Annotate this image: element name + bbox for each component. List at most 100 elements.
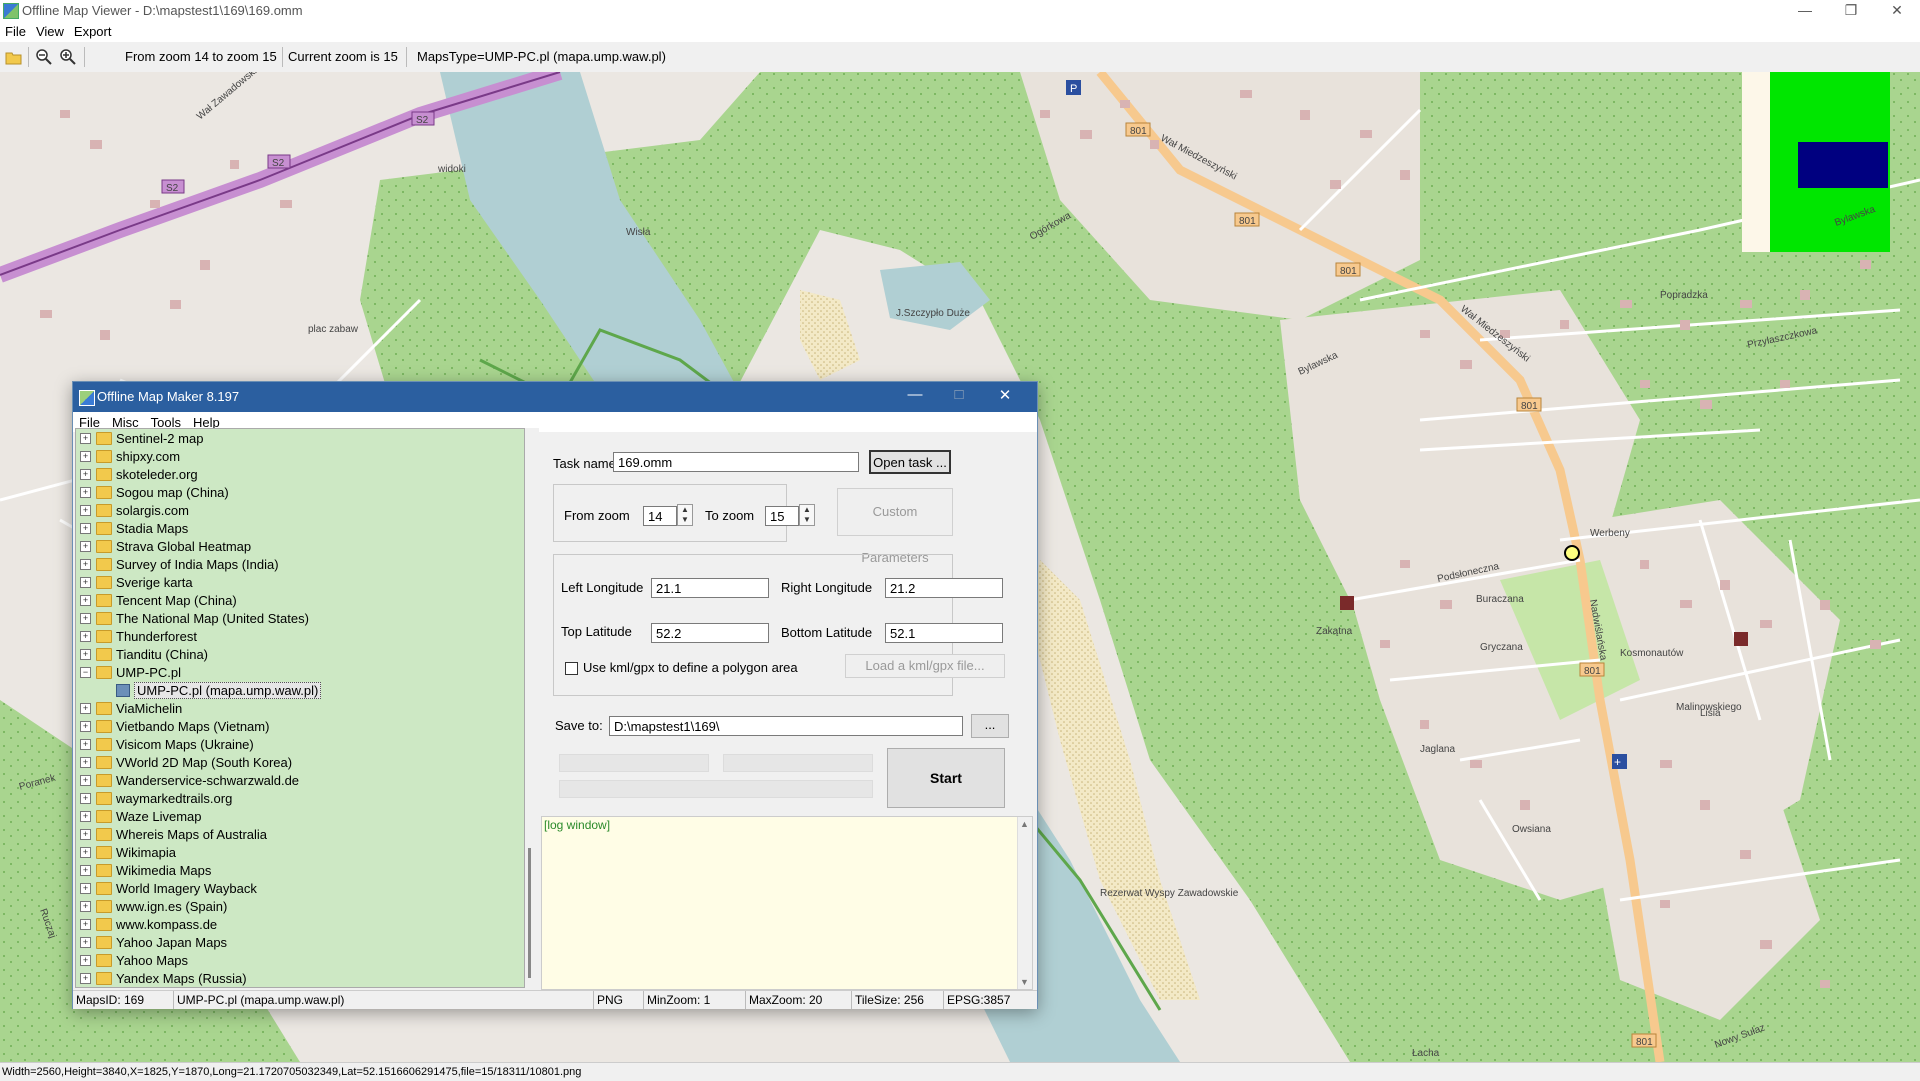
expand-icon[interactable]: +: [80, 577, 91, 588]
expand-icon[interactable]: +: [80, 919, 91, 930]
browse-button[interactable]: ...: [971, 714, 1009, 738]
expand-icon[interactable]: +: [80, 811, 91, 822]
tree-folder-item[interactable]: + skoteleder.org: [76, 465, 524, 483]
tree-folder-item[interactable]: + www.ign.es (Spain): [76, 897, 524, 915]
tree-folder-item[interactable]: + waymarkedtrails.org: [76, 789, 524, 807]
from-zoom-input[interactable]: 14: [643, 506, 677, 526]
tree-folder-item[interactable]: + Sverige karta: [76, 573, 524, 591]
tree-folder-item[interactable]: − UMP-PC.pl: [76, 663, 524, 681]
expand-icon[interactable]: +: [80, 901, 91, 912]
tree-folder-item[interactable]: + Wanderservice-schwarzwald.de: [76, 771, 524, 789]
expand-icon[interactable]: +: [80, 739, 91, 750]
tree-folder-item[interactable]: + Wikimedia Maps: [76, 861, 524, 879]
expand-icon[interactable]: +: [80, 865, 91, 876]
dialog-minimize-icon[interactable]: —: [895, 386, 935, 403]
tree-map-item[interactable]: UMP-PC.pl (mapa.ump.waw.pl): [76, 681, 524, 699]
tree-folder-item[interactable]: + Stadia Maps: [76, 519, 524, 537]
expand-icon[interactable]: +: [80, 937, 91, 948]
zoom-in-icon[interactable]: [59, 48, 77, 66]
tree-folder-item[interactable]: + ViaMichelin: [76, 699, 524, 717]
log-scrollbar[interactable]: ▲ ▼: [1017, 817, 1032, 989]
expand-icon[interactable]: +: [80, 757, 91, 768]
expand-icon[interactable]: +: [80, 469, 91, 480]
collapse-icon[interactable]: −: [80, 667, 91, 678]
tree-folder-item[interactable]: + Yandex Maps (Russia): [76, 969, 524, 987]
tree-folder-item[interactable]: + Tencent Map (China): [76, 591, 524, 609]
menu-view[interactable]: View: [31, 22, 69, 41]
menu-file[interactable]: File: [0, 22, 31, 41]
expand-icon[interactable]: +: [80, 883, 91, 894]
tree-folder-item[interactable]: + Strava Global Heatmap: [76, 537, 524, 555]
expand-icon[interactable]: +: [80, 451, 91, 462]
expand-icon[interactable]: +: [80, 631, 91, 642]
tree-folder-item[interactable]: + World Imagery Wayback: [76, 879, 524, 897]
expand-icon[interactable]: +: [80, 559, 91, 570]
start-button[interactable]: Start: [887, 748, 1005, 808]
tree-folder-item[interactable]: + Sogou map (China): [76, 483, 524, 501]
tree-folder-item[interactable]: + Vietbando Maps (Vietnam): [76, 717, 524, 735]
custom-parameters-button[interactable]: Custom Parameters: [837, 488, 953, 565]
top-latitude-input[interactable]: 52.2: [651, 623, 769, 643]
kml-polygon-checkbox[interactable]: [565, 662, 578, 675]
expand-icon[interactable]: +: [80, 793, 91, 804]
log-window[interactable]: [log window] ▲ ▼: [541, 816, 1033, 990]
expand-icon[interactable]: +: [80, 487, 91, 498]
tree-scroll-thumb[interactable]: [528, 848, 531, 978]
expand-icon[interactable]: +: [80, 595, 91, 606]
dialog-close-icon[interactable]: ✕: [985, 386, 1025, 404]
close-icon[interactable]: ✕: [1874, 0, 1920, 22]
folder-icon: [96, 486, 112, 499]
tree-folder-item[interactable]: + Tianditu (China): [76, 645, 524, 663]
tree-folder-item[interactable]: + Survey of India Maps (India): [76, 555, 524, 573]
tree-folder-item[interactable]: + The National Map (United States): [76, 609, 524, 627]
map-source-tree[interactable]: + Sentinel-2 map + shipxy.com + skoteleder.or…: [75, 428, 525, 988]
expand-icon[interactable]: +: [80, 505, 91, 516]
expand-icon[interactable]: +: [80, 649, 91, 660]
scroll-down-icon[interactable]: ▼: [1020, 977, 1029, 987]
expand-icon[interactable]: +: [80, 973, 91, 984]
save-to-input[interactable]: D:\mapstest1\169\: [609, 716, 963, 736]
zoom-out-icon[interactable]: [35, 48, 53, 66]
expand-icon[interactable]: +: [80, 523, 91, 534]
tree-folder-item[interactable]: + Thunderforest: [76, 627, 524, 645]
tree-folder-item[interactable]: + Whereis Maps of Australia: [76, 825, 524, 843]
tree-folder-item[interactable]: + Sentinel-2 map: [76, 429, 524, 447]
expand-icon[interactable]: +: [80, 721, 91, 732]
tree-folder-item[interactable]: + Waze Livemap: [76, 807, 524, 825]
expand-icon[interactable]: +: [80, 829, 91, 840]
tree-folder-item[interactable]: + Yahoo Maps: [76, 951, 524, 969]
dialog-maximize-icon[interactable]: □: [939, 386, 979, 403]
expand-icon[interactable]: +: [80, 955, 91, 966]
expand-icon[interactable]: +: [80, 703, 91, 714]
right-longitude-input[interactable]: 21.2: [885, 578, 1003, 598]
expand-icon[interactable]: +: [80, 541, 91, 552]
to-zoom-stepper[interactable]: ▲ ▼: [799, 504, 815, 526]
status-min-zoom: MinZoom: 1: [647, 993, 711, 1007]
tree-folder-item[interactable]: + www.kompass.de: [76, 915, 524, 933]
expand-icon[interactable]: +: [80, 775, 91, 786]
open-task-button[interactable]: Open task ...: [869, 450, 951, 474]
tree-folder-item[interactable]: + Yahoo Japan Maps: [76, 933, 524, 951]
menu-export[interactable]: Export: [69, 22, 117, 41]
expand-icon[interactable]: +: [80, 847, 91, 858]
folder-icon: [96, 756, 112, 769]
load-kml-button[interactable]: Load a kml/gpx file...: [845, 654, 1005, 678]
to-zoom-input[interactable]: 15: [765, 506, 799, 526]
from-zoom-stepper[interactable]: ▲ ▼: [677, 504, 693, 526]
task-name-input[interactable]: 169.omm: [613, 452, 859, 472]
maximize-icon[interactable]: ❐: [1828, 0, 1874, 22]
tree-folder-item[interactable]: + Wikimapia: [76, 843, 524, 861]
open-folder-icon[interactable]: [5, 48, 23, 66]
expand-icon[interactable]: +: [80, 613, 91, 624]
minimize-icon[interactable]: —: [1782, 0, 1828, 22]
tree-folder-item[interactable]: + Visicom Maps (Ukraine): [76, 735, 524, 753]
dialog-titlebar[interactable]: Offline Map Maker 8.197 — □ ✕: [73, 382, 1037, 412]
tree-folder-item[interactable]: + solargis.com: [76, 501, 524, 519]
bottom-latitude-input[interactable]: 52.1: [885, 623, 1003, 643]
left-longitude-input[interactable]: 21.1: [651, 578, 769, 598]
tree-folder-item[interactable]: + VWorld 2D Map (South Korea): [76, 753, 524, 771]
tree-folder-item[interactable]: + shipxy.com: [76, 447, 524, 465]
scroll-up-icon[interactable]: ▲: [1020, 819, 1029, 829]
expand-icon[interactable]: +: [80, 433, 91, 444]
tree-scrollbar[interactable]: [525, 428, 539, 986]
